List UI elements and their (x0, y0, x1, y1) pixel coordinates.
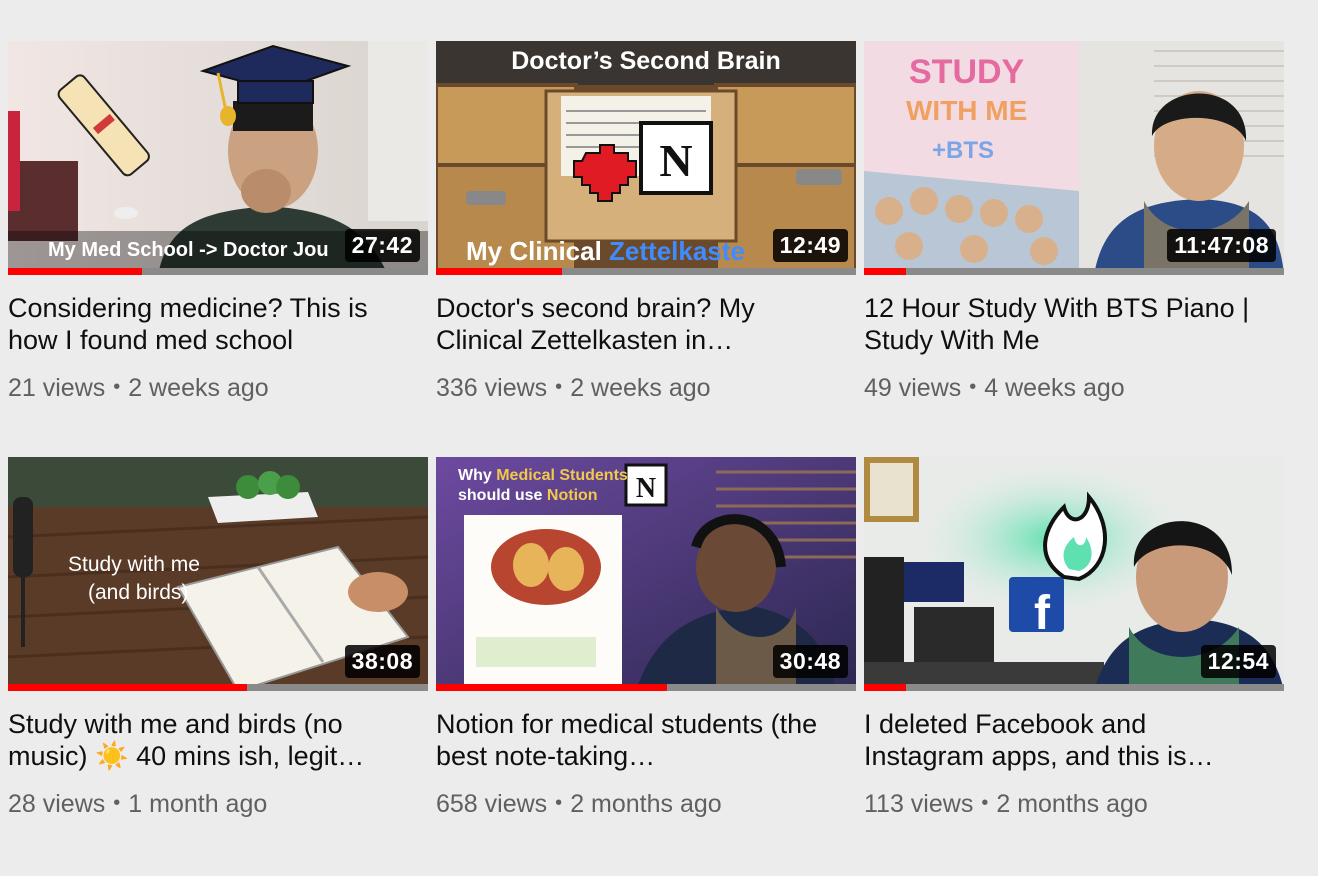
video-thumbnail[interactable]: My Med School -> Doctor Jou 27:42 (8, 41, 428, 275)
video-meta: 113 views • 2 months ago (864, 788, 1284, 822)
thumbnail-caption: My Clinical Zettelkaste (466, 236, 745, 267)
video-meta: 336 views • 2 weeks ago (436, 372, 856, 406)
view-count: 113 views (864, 790, 974, 818)
video-card[interactable]: STUDY WITH ME +BTS 11:47:08 12 Hour Stud… (864, 41, 1284, 457)
thumbnail-caption-part: My Clinical (466, 236, 610, 266)
upload-age: 4 weeks ago (984, 374, 1125, 402)
thumbnail-caption: My Med School -> Doctor Jou (48, 239, 329, 261)
video-card[interactable]: My Med School -> Doctor Jou 27:42 Consid… (8, 41, 428, 457)
watch-progress-fill (864, 268, 906, 275)
svg-text:f: f (1034, 587, 1051, 640)
thumbnail-text-highlight: Medical Students (496, 467, 628, 484)
video-title[interactable]: I deleted Facebook and Instagram apps, a… (864, 708, 1264, 772)
video-title[interactable]: Doctor's second brain? My Clinical Zette… (436, 292, 836, 356)
thumbnail-text-line2: should use Notion (458, 487, 598, 505)
video-card[interactable]: Study with me (and birds) 38:08 Study wi… (8, 457, 428, 873)
duration-badge: 11:47:08 (1167, 229, 1276, 262)
duration-badge: 38:08 (344, 645, 420, 678)
video-thumbnail[interactable]: f 12:54 (864, 457, 1284, 691)
watch-progress-fill (864, 684, 906, 691)
watch-progress-track (8, 684, 428, 691)
svg-text:N: N (659, 135, 692, 186)
thumbnail-text-line1: Why Medical Students (458, 467, 628, 485)
video-meta: 49 views • 4 weeks ago (864, 372, 1284, 406)
watch-progress-fill (436, 684, 667, 691)
watch-progress-track (864, 268, 1284, 275)
watch-progress-fill (8, 268, 143, 275)
view-count: 49 views (864, 374, 962, 402)
video-meta: 658 views • 2 months ago (436, 788, 856, 822)
video-title[interactable]: Study with me and birds (no music) ☀️ 40… (8, 708, 408, 772)
video-thumbnail[interactable]: STUDY WITH ME +BTS 11:47:08 (864, 41, 1284, 275)
upload-age: 2 weeks ago (128, 374, 269, 402)
meta-separator: • (969, 376, 977, 398)
upload-age: 1 month ago (128, 790, 268, 818)
watch-progress-track (436, 268, 856, 275)
video-title[interactable]: 12 Hour Study With BTS Piano | Study Wit… (864, 292, 1264, 356)
view-count: 658 views (436, 790, 548, 818)
duration-badge: 12:54 (1200, 645, 1276, 678)
watch-progress-track (8, 268, 428, 275)
thumbnail-text-line2: (and birds) (88, 581, 189, 604)
thumbnail-text-line1: Study with me (68, 553, 200, 576)
upload-age: 2 weeks ago (570, 374, 711, 402)
thumbnail-top-text: Doctor’s Second Brain (511, 47, 781, 75)
video-meta: 21 views • 2 weeks ago (8, 372, 428, 406)
view-count: 21 views (8, 374, 106, 402)
svg-text:N: N (636, 473, 656, 504)
thumbnail-caption-highlight: Zettelkaste (609, 236, 745, 266)
view-count: 336 views (436, 374, 548, 402)
watch-progress-fill (436, 268, 562, 275)
meta-separator: • (555, 376, 563, 398)
upload-age: 2 months ago (996, 790, 1148, 818)
view-count: 28 views (8, 790, 106, 818)
video-thumbnail[interactable]: N Doctor’s Second Brain My Clinical Zett… (436, 41, 856, 275)
meta-separator: • (981, 792, 989, 814)
video-thumbnail[interactable]: N Why Medical Students should use Notion… (436, 457, 856, 691)
video-meta: 28 views • 1 month ago (8, 788, 428, 822)
meta-separator: • (113, 792, 121, 814)
thumbnail-text-line3: +BTS (932, 137, 995, 164)
meta-separator: • (113, 376, 121, 398)
meta-separator: • (555, 792, 563, 814)
thumbnail-text-line1: STUDY (909, 53, 1025, 91)
video-title[interactable]: Considering medicine? This is how I foun… (8, 292, 408, 356)
watch-progress-track (864, 684, 1284, 691)
thumbnail-text-line2: WITH ME (906, 95, 1028, 126)
thumbnail-text-highlight: Notion (546, 487, 598, 504)
video-card[interactable]: f 12:54 I deleted Facebook and Instagram… (864, 457, 1284, 873)
video-card[interactable]: N Why Medical Students should use Notion… (436, 457, 856, 873)
video-thumbnail[interactable]: Study with me (and birds) 38:08 (8, 457, 428, 691)
thumbnail-text-part: Why (458, 467, 497, 484)
thumbnail-text-part: should use (458, 487, 547, 504)
duration-badge: 12:49 (772, 229, 848, 262)
video-title[interactable]: Notion for medical students (the best no… (436, 708, 836, 772)
watch-progress-track (436, 684, 856, 691)
watch-progress-fill (8, 684, 248, 691)
video-card[interactable]: N Doctor’s Second Brain My Clinical Zett… (436, 41, 856, 457)
upload-age: 2 months ago (570, 790, 722, 818)
duration-badge: 27:42 (344, 229, 420, 262)
duration-badge: 30:48 (772, 645, 848, 678)
video-grid: My Med School -> Doctor Jou 27:42 Consid… (8, 41, 1284, 873)
